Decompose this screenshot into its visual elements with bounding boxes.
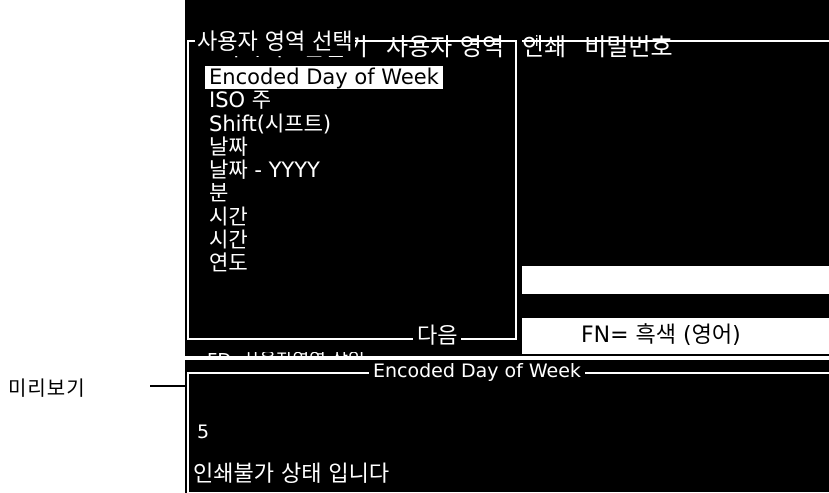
menu-print[interactable]: 인쇄 <box>522 33 566 61</box>
menu-password[interactable]: 비밀번호 <box>584 33 672 61</box>
dropdown-title: 사용자 영역 선택 <box>195 30 355 56</box>
hidden-hint-text: FD: 사용자영역 삽입 <box>207 352 365 360</box>
dropdown-option[interactable]: 시간 <box>205 205 443 229</box>
dropdown-option[interactable]: 분 <box>205 182 443 206</box>
dropdown-option[interactable]: 날짜 <box>205 135 443 159</box>
print-status: 인쇄불가 상태 입니다 <box>193 462 392 488</box>
dropdown-next[interactable]: 다음 <box>413 324 462 350</box>
editor-field-bar <box>522 266 829 294</box>
dropdown-option[interactable]: Encoded Day of Week <box>205 65 443 90</box>
editor-cursor-mark: :i <box>530 34 539 50</box>
dropdown-option[interactable]: 날짜 - YYYY <box>205 158 443 182</box>
dropdown-option[interactable]: Shift(시프트) <box>205 112 443 136</box>
preview-title: Encoded Day of Week <box>369 360 585 382</box>
dropdown-options: Encoded Day of Week ISO 주 Shift(시프트) 날짜 … <box>205 65 443 276</box>
menu-bar: 메시지편집기사용자 영역인쇄비밀번호 <box>187 2 691 61</box>
dropdown-option[interactable]: 연도 <box>205 252 443 276</box>
printer-screen: 메시지편집기사용자 영역인쇄비밀번호 :i FN= 흑색 (영어) 사용자 영역… <box>185 0 829 493</box>
function-hint: FN= 흑색 (영어) <box>581 323 741 348</box>
dropdown-option[interactable]: ISO 주 <box>205 88 443 112</box>
editor-rule <box>522 40 829 42</box>
dropdown-option[interactable]: 시간 <box>205 228 443 252</box>
preview-value: 5 <box>197 421 210 443</box>
